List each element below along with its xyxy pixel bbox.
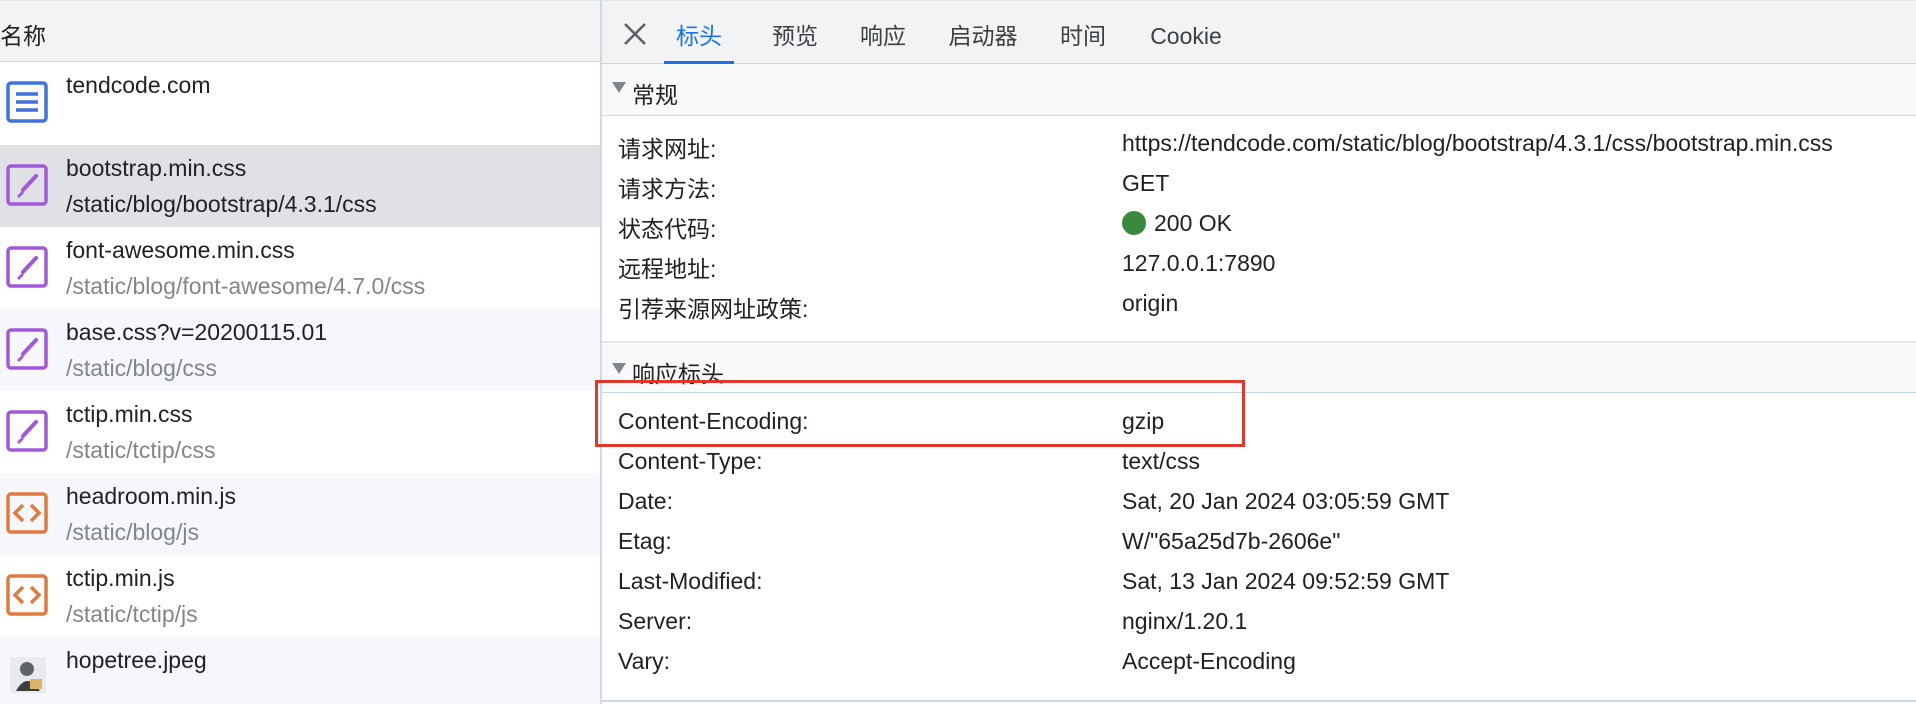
- last-modified-value[interactable]: Sat, 13 Jan 2024 09:52:59 GMT: [1122, 568, 1449, 595]
- list-header[interactable]: 名称: [0, 0, 600, 62]
- name-column-header[interactable]: 名称: [0, 17, 46, 51]
- request-name: headroom.min.js: [66, 483, 237, 509]
- tab-headers[interactable]: 标头: [664, 1, 734, 64]
- general-section-header[interactable]: 常规: [602, 64, 1916, 116]
- date-value[interactable]: Sat, 20 Jan 2024 03:05:59 GMT: [1122, 488, 1449, 515]
- request-name: base.css?v=20200115.01: [66, 319, 328, 345]
- request-path: /static/blog/bootstrap/4.3.1/css: [66, 191, 377, 217]
- status-code-value: 200 OK: [1154, 210, 1232, 236]
- request-detail-panel: 标头 预览 响应 启动器 时间 Cookie 常规 请求网址: https://…: [602, 0, 1916, 704]
- content-encoding-key: Content-Encoding:: [618, 408, 809, 434]
- etag-key: Etag:: [618, 528, 672, 554]
- request-row-base-css[interactable]: base.css?v=20200115.01 /static/blog/css: [0, 309, 600, 391]
- script-icon: [6, 492, 48, 534]
- vary-value[interactable]: Accept-Encoding: [1122, 648, 1296, 675]
- content-type-value[interactable]: text/css: [1122, 448, 1200, 475]
- date-key: Date:: [618, 488, 673, 514]
- referrer-policy-value[interactable]: origin: [1122, 290, 1178, 317]
- status-dot-icon: [1122, 211, 1146, 235]
- request-name: tctip.min.js: [66, 565, 175, 591]
- content-type-key: Content-Type:: [618, 448, 763, 474]
- status-code-key: 状态代码:: [618, 216, 717, 242]
- tab-response[interactable]: 响应: [856, 1, 910, 63]
- request-path: /static/blog/font-awesome/4.7.0/css: [66, 273, 426, 299]
- request-url-key: 请求网址:: [618, 136, 717, 162]
- stylesheet-icon: [6, 410, 48, 452]
- request-url-value[interactable]: https://tendcode.com/static/blog/bootstr…: [1122, 130, 1833, 157]
- request-method-value[interactable]: GET: [1122, 170, 1169, 197]
- request-row-headroom-js[interactable]: headroom.min.js /static/blog/js: [0, 473, 600, 555]
- request-row-font-awesome-css[interactable]: font-awesome.min.css /static/blog/font-a…: [0, 227, 600, 309]
- tab-initiator[interactable]: 启动器: [944, 1, 1022, 63]
- image-thumbnail-icon: [10, 657, 46, 693]
- close-icon[interactable]: [622, 21, 648, 47]
- section-divider: [602, 700, 1916, 702]
- request-path: /static/blog/css: [66, 355, 217, 381]
- request-row-tctip-css[interactable]: tctip.min.css /static/tctip/css: [0, 391, 600, 473]
- triangle-down-icon: [612, 82, 626, 93]
- request-path: /static/tctip/js: [66, 601, 198, 627]
- response-headers-section-header[interactable]: 响应标头: [602, 343, 1916, 393]
- tab-cookie[interactable]: Cookie: [1144, 1, 1228, 63]
- status-code-value-wrap[interactable]: 200 OK: [1122, 210, 1232, 237]
- script-icon: [6, 574, 48, 616]
- tab-timing[interactable]: 时间: [1056, 1, 1110, 63]
- server-key: Server:: [618, 608, 693, 634]
- remote-address-value[interactable]: 127.0.0.1:7890: [1122, 250, 1275, 277]
- request-name: font-awesome.min.css: [66, 237, 295, 263]
- request-row-bootstrap-css[interactable]: bootstrap.min.css /static/blog/bootstrap…: [0, 145, 600, 227]
- request-name: hopetree.jpeg: [66, 647, 207, 673]
- request-path: /static/blog/js: [66, 519, 199, 545]
- request-name: bootstrap.min.css: [66, 155, 247, 181]
- last-modified-key: Last-Modified:: [618, 568, 763, 594]
- document-icon: [6, 81, 48, 123]
- request-method-key: 请求方法:: [618, 176, 717, 202]
- tab-preview[interactable]: 预览: [768, 1, 822, 63]
- stylesheet-icon: [6, 164, 48, 206]
- request-row-tctip-js[interactable]: tctip.min.js /static/tctip/js: [0, 555, 600, 637]
- request-list-panel: 名称 tendcode.com bootstrap.min.css /stati…: [0, 0, 600, 704]
- request-path: /static/tctip/css: [66, 437, 216, 463]
- content-encoding-value[interactable]: gzip: [1122, 408, 1164, 435]
- request-name: tendcode.com: [66, 72, 211, 98]
- etag-value[interactable]: W/"65a25d7b-2606e": [1122, 528, 1340, 555]
- detail-tabbar: 标头 预览 响应 启动器 时间 Cookie: [602, 0, 1916, 64]
- request-row-hopetree-jpeg[interactable]: hopetree.jpeg: [0, 637, 600, 704]
- response-headers-section-title: 响应标头: [632, 361, 724, 387]
- request-row-tendcode[interactable]: tendcode.com: [0, 62, 600, 144]
- referrer-policy-key: 引荐来源网址政策:: [618, 296, 809, 322]
- server-value[interactable]: nginx/1.20.1: [1122, 608, 1247, 635]
- request-name: tctip.min.css: [66, 401, 193, 427]
- vary-key: Vary:: [618, 648, 670, 674]
- general-section-title: 常规: [632, 82, 678, 108]
- triangle-down-icon: [612, 363, 626, 374]
- remote-address-key: 远程地址:: [618, 256, 717, 282]
- stylesheet-icon: [6, 246, 48, 288]
- stylesheet-icon: [6, 328, 48, 370]
